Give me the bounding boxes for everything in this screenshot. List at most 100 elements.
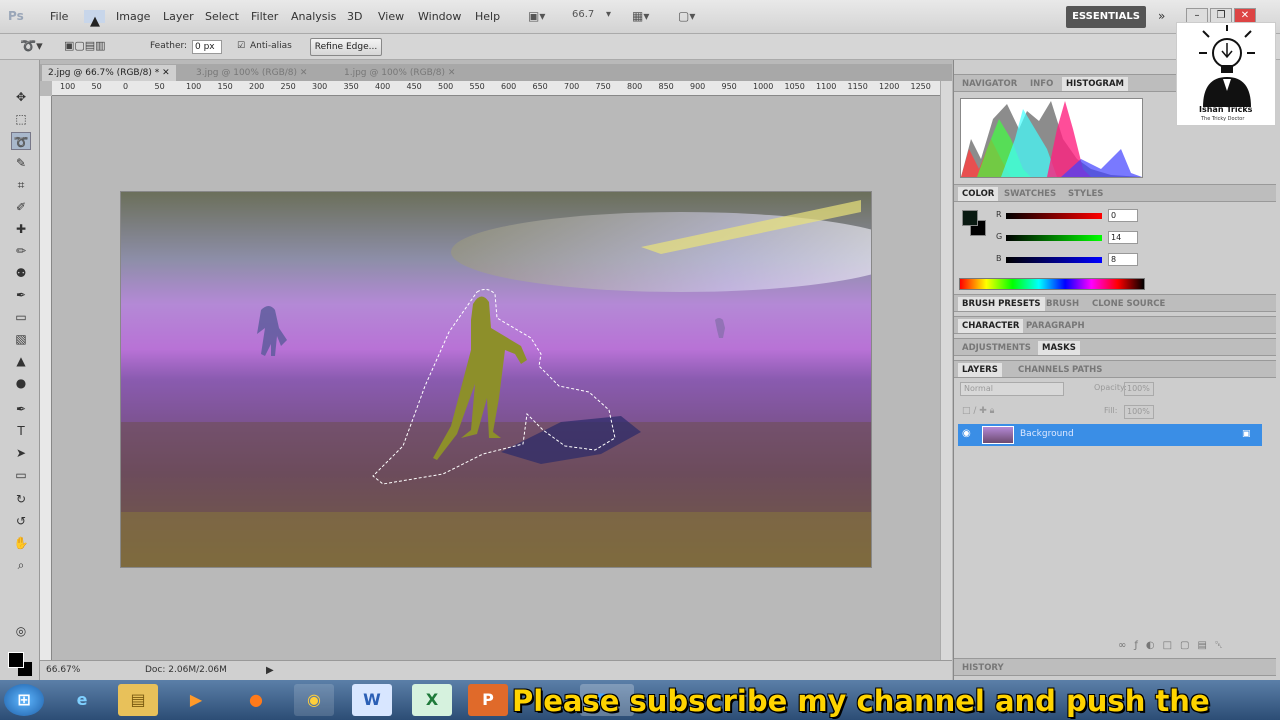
tab-clone-source[interactable]: CLONE SOURCE <box>1088 297 1169 311</box>
start-button-icon[interactable]: ⊞ <box>4 684 44 716</box>
color-foreground-swatch[interactable] <box>962 210 978 226</box>
more-workspaces-icon[interactable]: » <box>1158 9 1165 23</box>
menu-select[interactable]: Select <box>205 10 239 23</box>
tab-paths[interactable]: PATHS <box>1068 363 1106 377</box>
tab-masks[interactable]: MASKS <box>1038 341 1080 355</box>
blend-mode-select[interactable]: Normal <box>960 382 1064 396</box>
file-explorer-icon[interactable]: ▤ <box>118 684 158 716</box>
fill-input[interactable]: 100% <box>1124 405 1154 419</box>
tab-histogram[interactable]: HISTOGRAM <box>1062 77 1128 91</box>
feather-input[interactable]: 0 px <box>192 40 222 54</box>
marquee-tool-icon[interactable]: ⬚ <box>11 110 31 128</box>
crop-tool-icon[interactable]: ⌗ <box>11 176 31 194</box>
menu-layer[interactable]: Layer <box>163 10 194 23</box>
excel-icon[interactable]: X <box>412 684 452 716</box>
lock-icons[interactable]: □ ∕ ✚ 🔒︎ <box>962 406 994 416</box>
tab-document-3[interactable]: 3.jpg @ 100% (RGB/8) ✕ <box>190 65 313 81</box>
antialias-checkbox[interactable]: ☑ <box>237 41 245 51</box>
zoom-dropdown-icon[interactable]: ▾ <box>606 9 611 20</box>
chrome-icon[interactable]: ◉ <box>294 684 334 716</box>
red-value[interactable]: 0 <box>1108 209 1138 222</box>
blue-value[interactable]: 8 <box>1108 253 1138 266</box>
tab-swatches[interactable]: SWATCHES <box>1000 187 1060 201</box>
zoom-tool-icon[interactable]: ⌕ <box>11 556 31 574</box>
tab-paragraph[interactable]: PARAGRAPH <box>1022 319 1089 333</box>
tab-document-2[interactable]: 2.jpg @ 66.7% (RGB/8) * ✕ <box>42 65 176 81</box>
tab-color[interactable]: COLOR <box>958 187 999 201</box>
type-tool-icon[interactable]: T <box>11 422 31 440</box>
tab-document-1[interactable]: 1.jpg @ 100% (RGB/8) ✕ <box>338 65 461 81</box>
quick-mask-icon[interactable]: ◎ <box>11 622 31 640</box>
pen-tool-icon[interactable]: ✒ <box>11 400 31 418</box>
lasso-tool-preset-icon[interactable]: ➰▾ <box>20 39 43 54</box>
menu-help[interactable]: Help <box>475 10 500 23</box>
vertical-scrollbar[interactable] <box>940 81 952 660</box>
shape-tool-icon[interactable]: ▭ <box>11 466 31 484</box>
close-tab-icon[interactable]: ✕ <box>162 68 170 78</box>
layer-visibility-eye-icon[interactable]: ◉ <box>962 428 971 439</box>
status-menu-arrow-icon[interactable]: ▶ <box>266 665 274 676</box>
powerpoint-icon[interactable]: P <box>468 684 508 716</box>
3d-orbit-tool-icon[interactable]: ↺ <box>11 512 31 530</box>
red-slider[interactable] <box>1006 213 1102 219</box>
tab-brush[interactable]: BRUSH <box>1042 297 1083 311</box>
layer-row-background[interactable]: ◉ Background ▣ <box>958 424 1262 446</box>
zoom-level[interactable]: 66.7 <box>572 9 594 20</box>
quick-selection-tool-icon[interactable]: ✎ <box>11 154 31 172</box>
blue-slider[interactable] <box>1006 257 1102 263</box>
canvas-area[interactable] <box>52 96 940 660</box>
word-icon[interactable]: W <box>352 684 392 716</box>
arrange-documents-icon[interactable]: ▦▾ <box>632 9 649 23</box>
brush-tool-icon[interactable]: ✏ <box>11 242 31 260</box>
tab-brush-presets[interactable]: BRUSH PRESETS <box>958 297 1045 311</box>
tab-adjustments[interactable]: ADJUSTMENTS <box>958 341 1035 355</box>
tab-channels[interactable]: CHANNELS <box>1014 363 1074 377</box>
color-spectrum-bar[interactable] <box>959 278 1145 290</box>
tab-styles[interactable]: STYLES <box>1064 187 1107 201</box>
layer-name[interactable]: Background <box>1020 429 1074 439</box>
screen-layout-icon[interactable]: ▢▾ <box>678 9 695 23</box>
menu-3d[interactable]: 3D <box>347 10 362 23</box>
history-brush-tool-icon[interactable]: ✒ <box>11 286 31 304</box>
tab-history[interactable]: HISTORY <box>958 661 1008 675</box>
document-image[interactable] <box>121 192 871 567</box>
eraser-tool-icon[interactable]: ▭ <box>11 308 31 326</box>
menu-file[interactable]: File <box>50 10 68 23</box>
layer-panel-bottom-icons[interactable]: ∞ƒ◐□▢▤␡ <box>1118 640 1231 651</box>
green-value[interactable]: 14 <box>1108 231 1138 244</box>
hand-tool-icon[interactable]: ✋ <box>11 534 31 552</box>
tab-layers[interactable]: LAYERS <box>958 363 1002 377</box>
media-player-icon[interactable]: ▶ <box>176 684 216 716</box>
foreground-color-swatch[interactable] <box>8 652 24 668</box>
options-bar: ➰▾ ▣▢▤▥ Feather: 0 px ☑ Anti-alias Refin… <box>0 34 1280 60</box>
screen-mode-icon[interactable]: ▣▾ <box>528 9 545 23</box>
menu-view[interactable]: View <box>378 10 404 23</box>
status-zoom[interactable]: 66.67% <box>46 665 80 675</box>
tab-character[interactable]: CHARACTER <box>958 319 1024 333</box>
green-slider[interactable] <box>1006 235 1102 241</box>
move-tool-icon[interactable]: ✥ <box>11 88 31 106</box>
workspace-essentials-button[interactable]: ESSENTIALS <box>1066 6 1146 28</box>
close-tab-icon[interactable]: ✕ <box>300 68 308 78</box>
lasso-tool-icon[interactable]: ➰ <box>11 132 31 150</box>
tab-navigator[interactable]: NAVIGATOR <box>958 77 1021 91</box>
gradient-tool-icon[interactable]: ▧ <box>11 330 31 348</box>
menu-filter[interactable]: Filter <box>251 10 278 23</box>
opacity-input[interactable]: 100% <box>1124 382 1154 396</box>
menu-window[interactable]: Window <box>418 10 461 23</box>
3d-rotate-tool-icon[interactable]: ↻ <box>11 490 31 508</box>
tab-info[interactable]: INFO <box>1026 77 1057 91</box>
dodge-tool-icon[interactable]: ● <box>11 374 31 392</box>
menu-image[interactable]: Image <box>116 10 150 23</box>
internet-explorer-icon[interactable]: e <box>62 684 102 716</box>
clone-stamp-tool-icon[interactable]: ⚉ <box>11 264 31 282</box>
firefox-icon[interactable]: ● <box>236 684 276 716</box>
close-tab-icon[interactable]: ✕ <box>448 68 456 78</box>
menu-analysis[interactable]: Analysis <box>291 10 336 23</box>
path-selection-tool-icon[interactable]: ➤ <box>11 444 31 462</box>
selection-mode-icons[interactable]: ▣▢▤▥ <box>64 39 106 52</box>
healing-brush-tool-icon[interactable]: ✚ <box>11 220 31 238</box>
blur-tool-icon[interactable]: ▲ <box>11 352 31 370</box>
refine-edge-button[interactable]: Refine Edge... <box>310 38 382 56</box>
eyedropper-tool-icon[interactable]: ✐ <box>11 198 31 216</box>
